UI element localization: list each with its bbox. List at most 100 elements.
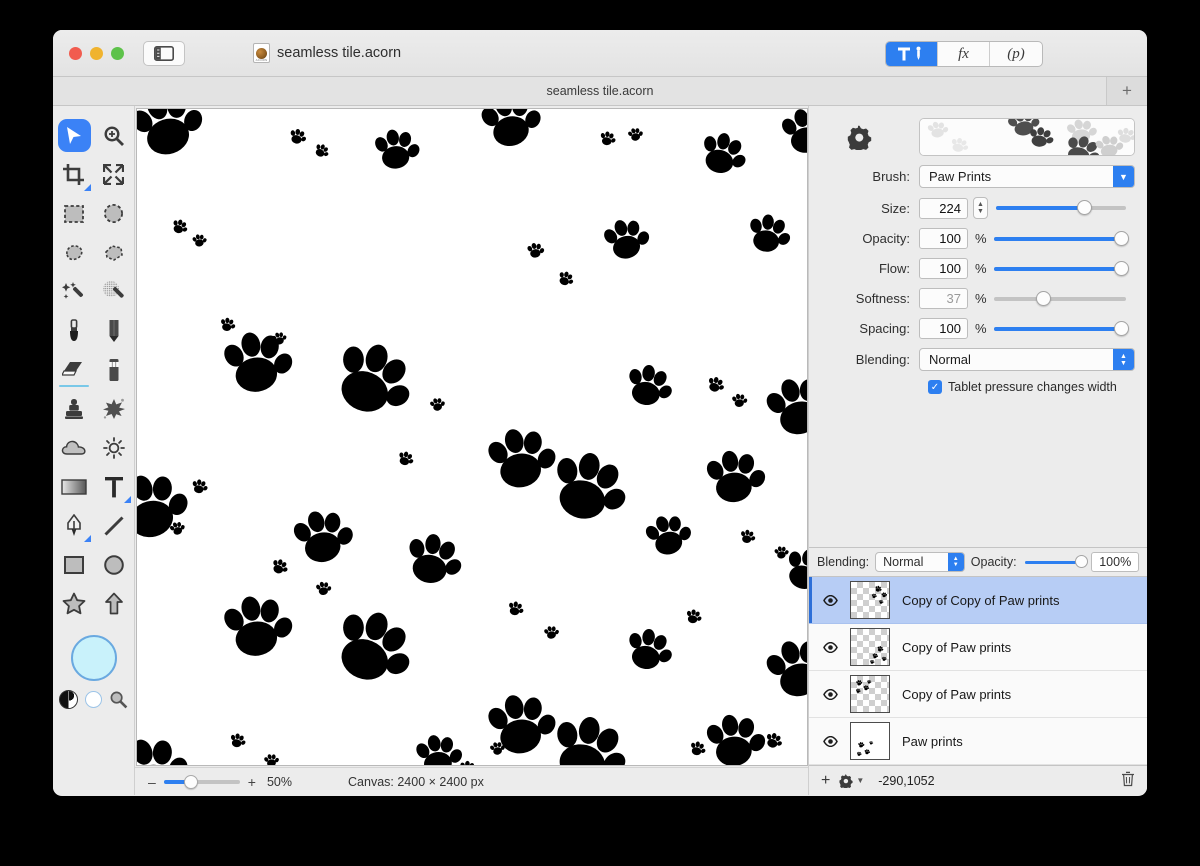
eye-icon[interactable] [823,594,838,606]
ellipse-select-tool[interactable] [94,194,134,233]
flow-unit: % [975,261,987,276]
marker-tool[interactable] [94,350,134,389]
new-tab-button[interactable]: + [1106,77,1147,105]
clone-stamp-tool[interactable] [54,389,94,428]
gradient-icon [60,478,87,495]
zoom-in-button[interactable]: + [243,774,261,790]
gear-icon[interactable] [847,125,872,150]
opacity-slider[interactable] [994,230,1129,246]
foreground-color-swatch[interactable] [70,635,117,681]
softness-label: Softness: [855,291,910,306]
size-input[interactable]: 224 [919,197,968,219]
pen-tool[interactable] [54,506,94,545]
tools-segment[interactable] [886,42,938,66]
layer-row[interactable]: Paw prints [809,718,1147,765]
ellipse-shape-tool[interactable] [94,545,134,584]
lasso-tool[interactable] [54,233,94,272]
chevron-updown-icon: ▲ ▼ [1113,349,1134,370]
add-layer-button[interactable]: + [821,772,830,789]
layer-opacity-input[interactable]: 100% [1091,552,1139,572]
layer-thumbnail-content [869,645,887,664]
arrows-expand-icon [103,164,124,185]
flow-slider[interactable] [994,260,1129,276]
gear-dropdown-icon [839,773,853,788]
softness-input[interactable]: 37 [919,288,968,309]
size-slider[interactable] [996,200,1126,215]
black-white-swatch-icon[interactable] [59,690,78,709]
flow-input[interactable]: 100 [919,258,968,279]
effects-segment[interactable]: fx [938,42,990,66]
blending-select-value: Normal [929,352,971,367]
smudge-tool[interactable] [94,389,134,428]
chevron-down-icon: ▼ [856,776,865,785]
layer-blending-select[interactable]: Normal ▲ ▼ [875,552,965,572]
sun-icon [102,436,125,459]
stamp-icon [64,398,83,419]
layer-row[interactable]: Copy of Copy of Paw prints [809,577,1147,624]
palettes-segment[interactable]: (p) [990,42,1042,66]
eye-icon[interactable] [823,688,838,700]
pen-tool-badge [83,535,91,542]
magic-wand-icon [62,281,83,299]
zoom-out-button[interactable]: – [143,774,161,790]
zoom-tool[interactable] [94,116,134,155]
layers-list: Copy of Copy of Paw prints Copy of Paw p… [809,577,1147,765]
spacing-input[interactable]: 100 [919,318,968,339]
layer-actions-menu[interactable]: ▼ [839,773,865,788]
canvas-area: – + 50% Canvas: 2400 × 2400 px [135,106,808,795]
size-stepper[interactable]: ▲ ▼ [973,197,988,219]
brush-tool[interactable] [54,311,94,350]
status-bar: – + 50% Canvas: 2400 × 2400 px [135,767,808,795]
eye-icon[interactable] [823,641,838,653]
crop-tool[interactable] [54,155,94,194]
pencil-icon [109,319,118,342]
zoom-level-label: 50% [266,774,293,789]
layer-thumbnail [850,722,890,760]
inspector-mode-segmented-control[interactable]: fx (p) [885,41,1043,67]
pencil-tool[interactable] [94,311,134,350]
spacing-slider[interactable] [994,320,1129,336]
blending-row: Blending: Normal ▲ ▼ [809,348,1135,371]
line-tool[interactable] [94,506,134,545]
rectangle-shape-tool[interactable] [54,545,94,584]
instant-alpha-tool[interactable] [94,272,134,311]
cloud-icon [61,440,86,455]
softness-unit: % [975,291,987,306]
eraser-tool[interactable] [54,350,94,389]
opacity-input[interactable]: 100 [919,228,968,249]
polygon-lasso-icon [104,244,123,261]
sidebar-toggle-button[interactable] [143,41,185,66]
layer-opacity-slider[interactable] [1024,555,1088,568]
brush-select[interactable]: Paw Prints ▼ [919,165,1135,188]
arrow-tool[interactable] [94,584,134,623]
layer-row[interactable]: Copy of Paw prints [809,624,1147,671]
close-button[interactable] [69,47,82,60]
eyedropper-magnifier-icon[interactable] [109,690,128,709]
canvas[interactable] [135,108,808,766]
text-tool[interactable] [94,467,134,506]
dodge-tool[interactable] [94,428,134,467]
zoom-button[interactable] [111,47,124,60]
tab-seamless-tile[interactable]: seamless tile.acorn [547,84,654,98]
brush-preview[interactable] [919,118,1135,156]
tablet-pressure-checkbox[interactable]: ✓ [928,380,942,394]
gradient-tool[interactable] [54,467,94,506]
paw-prints-pattern [136,109,807,765]
delete-layer-button[interactable] [1121,771,1135,790]
blur-tool[interactable] [54,428,94,467]
transform-tool[interactable] [94,155,134,194]
layer-row[interactable]: Copy of Paw prints [809,671,1147,718]
softness-slider[interactable] [994,290,1126,306]
rectangle-select-tool[interactable] [54,194,94,233]
minimize-button[interactable] [90,47,103,60]
magic-wand-tool[interactable] [54,272,94,311]
move-tool[interactable] [54,116,94,155]
blending-select[interactable]: Normal ▲ ▼ [919,348,1135,371]
tab-bar: seamless tile.acorn + [53,77,1147,106]
opacity-label: Opacity: [862,231,910,246]
star-tool[interactable] [54,584,94,623]
transparent-swatch-icon[interactable] [85,691,102,708]
zoom-slider[interactable] [163,774,240,789]
eye-icon[interactable] [823,735,838,747]
polygon-lasso-tool[interactable] [94,233,134,272]
